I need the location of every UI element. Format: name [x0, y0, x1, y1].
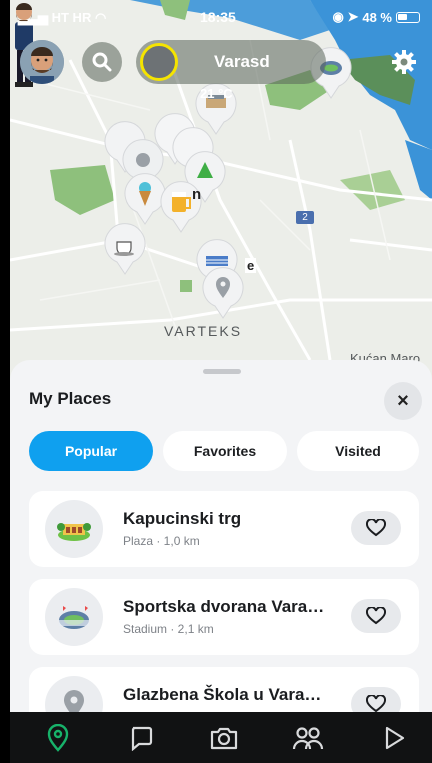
- camera-icon: [210, 727, 238, 750]
- filter-tabs: Popular Favorites Visited: [29, 431, 419, 471]
- signal-icon: ▂▃▅: [18, 10, 52, 25]
- heart-icon: [366, 695, 386, 713]
- my-places-sheet: My Places × Popular Favorites Visited Ka…: [10, 360, 432, 716]
- location-name: Varasd: [214, 52, 270, 71]
- heart-icon: [366, 607, 386, 625]
- place-name: Glazbena Škola u Vara…: [123, 685, 322, 704]
- sheet-title: My Places: [29, 389, 112, 408]
- friends-icon: [292, 727, 324, 750]
- plaza-icon: [57, 523, 91, 541]
- status-right: ◉ ➤ 48 %: [332, 9, 420, 25]
- nav-stories[interactable]: [378, 722, 410, 754]
- chat-icon: [131, 726, 153, 751]
- tab-visited[interactable]: Visited: [297, 431, 419, 471]
- battery-percent: 48 %: [362, 9, 392, 25]
- coffee-pin-icon[interactable]: [102, 222, 148, 276]
- map-icon: [47, 724, 69, 752]
- favorite-button[interactable]: [351, 599, 401, 633]
- place-card[interactable]: Glazbena Škola u Vara…: [29, 667, 419, 716]
- battery-icon: [396, 11, 420, 23]
- tab-favorites[interactable]: Favorites: [163, 431, 287, 471]
- weather-label: 21 °C: [200, 86, 233, 101]
- favorite-button[interactable]: [351, 511, 401, 545]
- close-button[interactable]: ×: [384, 382, 422, 420]
- top-bar: Varasd: [18, 40, 424, 84]
- clock: 18:35: [200, 9, 236, 25]
- place-detail: Plaza · 1,0 km: [123, 534, 200, 548]
- nav-camera[interactable]: [208, 722, 240, 754]
- stadium-icon: [59, 606, 89, 629]
- pin-text-fragment: e: [245, 258, 257, 273]
- place-card[interactable]: Kapucinski trg Plaza · 1,0 km: [29, 491, 419, 567]
- nav-friends[interactable]: [292, 722, 324, 754]
- place-name: Kapucinski trg: [123, 509, 242, 528]
- heart-icon: [366, 519, 386, 537]
- location-thumbnail: [140, 43, 178, 81]
- nav-map[interactable]: [42, 722, 74, 754]
- search-button[interactable]: [82, 42, 122, 82]
- location-arrow-icon: ◉ ➤: [332, 9, 359, 24]
- place-thumbnail: [45, 500, 103, 558]
- phone-screen: 21 °C n e 2 VARTEKS Kućan Maro ▂▃▅ HT HR…: [10, 0, 432, 763]
- sheet-drag-handle[interactable]: [203, 369, 241, 374]
- location-pill[interactable]: Varasd: [136, 40, 326, 84]
- nav-chat[interactable]: [125, 722, 157, 754]
- road-number-badge: 2: [296, 211, 314, 224]
- place-name: Sportska dvorana Vara…: [123, 597, 325, 616]
- avatar[interactable]: [20, 40, 64, 84]
- place-detail: Stadium · 2,1 km: [123, 622, 214, 636]
- wifi-icon: ◠: [94, 10, 107, 25]
- stories-icon: [385, 726, 405, 750]
- avatar-face-icon: [20, 40, 64, 84]
- pin-text-fragment: n: [192, 186, 202, 203]
- place-thumbnail: [45, 588, 103, 646]
- close-icon: ×: [397, 389, 409, 412]
- status-bar: ▂▃▅ HT HR ◠ 18:35 ◉ ➤ 48 %: [10, 0, 432, 36]
- place-thumbnail: [45, 676, 103, 716]
- search-icon: [92, 52, 112, 72]
- location-pin-icon[interactable]: [200, 266, 246, 320]
- area-label: VARTEKS: [164, 323, 243, 339]
- carrier-label: ▂▃▅ HT HR ◠: [18, 10, 107, 25]
- bottom-nav: [10, 712, 432, 763]
- gear-icon: [392, 50, 416, 74]
- tab-popular[interactable]: Popular: [29, 431, 153, 471]
- place-card[interactable]: Sportska dvorana Vara… Stadium · 2,1 km: [29, 579, 419, 655]
- settings-button[interactable]: [386, 44, 422, 80]
